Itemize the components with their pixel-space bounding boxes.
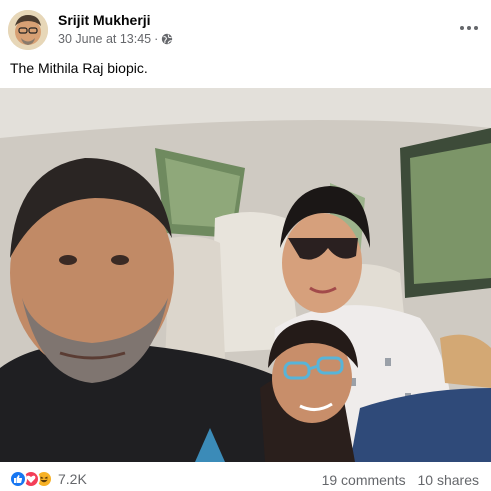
post-caption: The Mithila Raj biopic. xyxy=(10,60,148,76)
author-avatar[interactable] xyxy=(8,10,48,50)
globe-icon[interactable] xyxy=(161,33,173,45)
reaction-count[interactable]: 7.2K xyxy=(58,471,87,487)
post-meta: 30 June at 13:45 · xyxy=(58,32,173,46)
meta-separator: · xyxy=(154,32,159,46)
car-selfie-image xyxy=(0,88,491,462)
post-footer: 7.2K 19 comments 10 shares xyxy=(0,462,491,491)
reactions-summary[interactable]: 7.2K xyxy=(9,470,87,488)
post-photo[interactable] xyxy=(0,88,491,462)
more-options-icon[interactable] xyxy=(457,18,481,38)
like-icon xyxy=(9,470,27,488)
comments-count[interactable]: 19 comments xyxy=(322,472,406,488)
author-name[interactable]: Srijit Mukherji xyxy=(58,12,151,28)
post-timestamp[interactable]: 30 June at 13:45 xyxy=(58,32,151,46)
post-header: Srijit Mukherji 30 June at 13:45 · xyxy=(8,8,483,52)
shares-count[interactable]: 10 shares xyxy=(418,472,479,488)
engagement-stats: 19 comments 10 shares xyxy=(314,472,479,488)
facebook-post: Srijit Mukherji 30 June at 13:45 · The M… xyxy=(0,0,491,491)
